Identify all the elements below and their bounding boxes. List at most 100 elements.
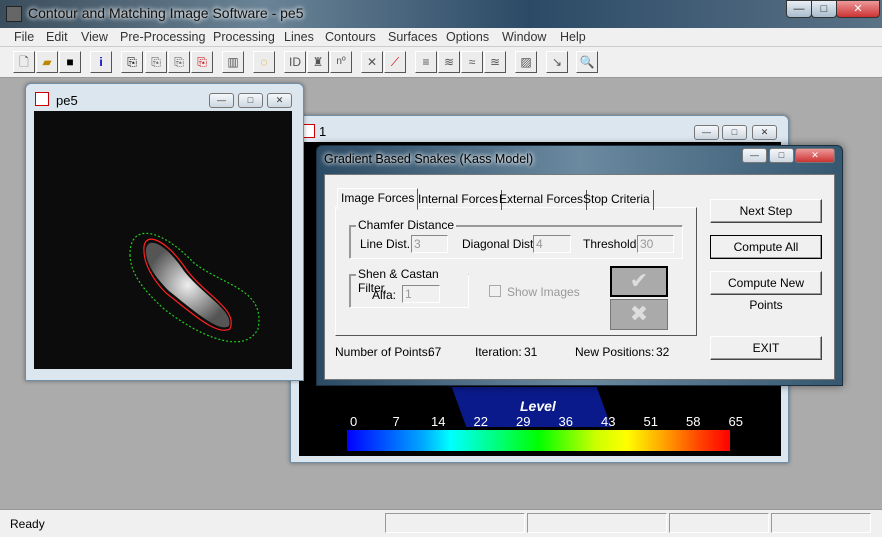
close-button[interactable]: ✕ — [752, 125, 777, 140]
points-value: 67 — [428, 345, 442, 359]
zoom-icon[interactable]: 🔍 — [576, 51, 598, 73]
app-icon — [6, 6, 22, 22]
menu-lines[interactable]: Lines — [284, 30, 314, 44]
show-images-checkbox[interactable] — [489, 285, 501, 297]
image-window: pe5 — □ ✕ — [25, 83, 304, 381]
chamfer-label: Chamfer Distance — [356, 218, 457, 232]
close-button[interactable]: ✕ — [836, 0, 880, 18]
maximize-button[interactable]: □ — [722, 125, 747, 140]
diag-dist-label: Diagonal Dist.: — [462, 237, 541, 251]
paste-special-icon[interactable]: ⎘ — [168, 51, 190, 73]
menu-view[interactable]: View — [81, 30, 108, 44]
dialog-client: Image Forces Internal Forces External Fo… — [324, 174, 835, 380]
menu-pre-processing[interactable]: Pre-Processing — [120, 30, 205, 44]
show-images-label: Show Images — [507, 285, 580, 299]
menu-edit[interactable]: Edit — [46, 30, 68, 44]
menu-processing[interactable]: Processing — [213, 30, 275, 44]
menu-file[interactable]: File — [14, 30, 34, 44]
status-bar: Ready — [0, 509, 882, 537]
new-icon[interactable]: 🗋 — [13, 51, 35, 73]
colorbar-tick: 58 — [686, 414, 701, 429]
close-button[interactable]: ✕ — [267, 93, 292, 108]
colorbar-tick: 7 — [392, 414, 400, 429]
red-line-icon[interactable]: ⟋ — [384, 51, 406, 73]
new-positions-value: 32 — [656, 345, 670, 359]
ok-check-button[interactable]: ✔ — [610, 266, 668, 297]
id-icon[interactable]: ID — [284, 51, 306, 73]
colorbar-tick: 65 — [728, 414, 743, 429]
menu-contours[interactable]: Contours — [325, 30, 376, 44]
save-icon[interactable]: ■ — [59, 51, 81, 73]
colorbar-tick: 43 — [601, 414, 616, 429]
colorbar-tick: 14 — [431, 414, 446, 429]
next-step-button[interactable]: Next Step — [710, 199, 822, 223]
line-dist-input[interactable]: 3 — [411, 235, 448, 253]
alfa-input[interactable]: 1 — [402, 285, 440, 303]
status-panel — [771, 513, 871, 533]
close-button[interactable]: ✕ — [795, 148, 835, 163]
info-icon[interactable]: i — [90, 51, 112, 73]
points-label: Number of Points: — [335, 345, 432, 359]
status-panel — [385, 513, 525, 533]
cancel-x-button[interactable]: ✖ — [610, 299, 668, 330]
new-positions-label: New Positions: — [575, 345, 655, 359]
exit-button[interactable]: EXIT — [710, 336, 822, 360]
menu-help[interactable]: Help — [560, 30, 586, 44]
lines2-icon[interactable]: ≋ — [438, 51, 460, 73]
contour-icon[interactable]: ◌ — [253, 51, 275, 73]
menu-surfaces[interactable]: Surfaces — [388, 30, 437, 44]
minimize-button[interactable]: — — [209, 93, 234, 108]
window-icon — [35, 92, 49, 106]
line-dist-label: Line Dist.: — [360, 237, 414, 251]
open-icon[interactable]: ▰ — [36, 51, 58, 73]
tab-internal-forces[interactable]: Internal Forces — [415, 190, 503, 210]
image-canvas — [34, 111, 292, 369]
compute-all-button[interactable]: Compute All — [710, 235, 822, 259]
binoculars-icon[interactable]: ♜ — [307, 51, 329, 73]
cross-line-icon[interactable]: ✕ — [361, 51, 383, 73]
paste-icon[interactable]: ⎘ — [145, 51, 167, 73]
image-window-title: pe5 — [56, 93, 78, 108]
colorbar-tick: 29 — [516, 414, 531, 429]
copy-icon[interactable]: ⎘ — [121, 51, 143, 73]
tab-stop-criteria[interactable]: Stop Criteria — [580, 190, 654, 210]
lines4-icon[interactable]: ≊ — [484, 51, 506, 73]
menu-options[interactable]: Options — [446, 30, 489, 44]
minimize-button[interactable]: — — [742, 148, 767, 163]
minimize-button[interactable]: — — [786, 0, 812, 18]
lines3-icon[interactable]: ≈ — [461, 51, 483, 73]
app-title: Contour and Matching Image Software - pe… — [28, 5, 304, 21]
threshold-input[interactable]: 30 — [637, 235, 674, 253]
lines-icon[interactable]: ≡ — [415, 51, 437, 73]
window-icon — [303, 124, 315, 138]
alfa-label: Alfa: — [372, 288, 397, 302]
compute-new-points-button[interactable]: Compute New Points — [710, 271, 822, 312]
colorbar-tick: 51 — [643, 414, 658, 429]
toolbar: 🗋 ▰ ■ i ⎘ ⎘ ⎘ ⎘ ▥ ◌ ID ♜ nº ✕ ⟋ ≡ ≋ ≈ ≊ … — [0, 47, 882, 78]
minimize-button[interactable]: — — [694, 125, 719, 140]
threshold-label: Threshold: — [583, 237, 640, 251]
status-panel — [669, 513, 769, 533]
film-icon[interactable]: ▥ — [222, 51, 244, 73]
dialog-title: Gradient Based Snakes (Kass Model) — [324, 152, 534, 166]
paste-red-icon[interactable]: ⎘ — [191, 51, 213, 73]
colorbar-tick: 22 — [473, 414, 488, 429]
maximize-button[interactable]: □ — [811, 0, 837, 18]
menu-bar: File Edit View Pre-Processing Processing… — [0, 28, 882, 47]
status-panel — [527, 513, 667, 533]
menu-window[interactable]: Window — [502, 30, 546, 44]
tab-external-forces[interactable]: External Forces — [496, 190, 588, 210]
surface-window-title: 1 — [319, 124, 327, 139]
hatch-icon[interactable]: ▨ — [515, 51, 537, 73]
number-icon[interactable]: nº — [330, 51, 352, 73]
status-text: Ready — [10, 517, 45, 531]
colorbar — [347, 430, 730, 451]
colorbar-title: Level — [520, 398, 556, 414]
arrow-icon[interactable]: ↘ — [546, 51, 568, 73]
maximize-button[interactable]: □ — [238, 93, 263, 108]
snakes-dialog: Gradient Based Snakes (Kass Model) — □ ✕… — [316, 145, 843, 386]
diag-dist-input[interactable]: 4 — [533, 235, 571, 253]
iteration-label: Iteration: — [475, 345, 522, 359]
maximize-button[interactable]: □ — [769, 148, 794, 163]
tab-image-forces[interactable]: Image Forces — [337, 188, 419, 210]
